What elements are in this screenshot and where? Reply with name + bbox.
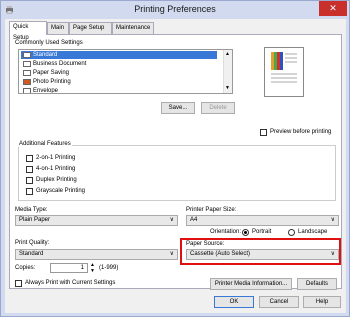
chevron-down-icon: ∨ — [169, 217, 174, 223]
list-item[interactable]: Business Document — [21, 60, 217, 68]
media-type-select[interactable]: Plain Paper ∨ — [15, 215, 178, 226]
printer-paper-size-label: Printer Paper Size: — [186, 207, 237, 213]
document-icon — [23, 52, 31, 58]
help-button[interactable]: Help — [303, 296, 341, 308]
additional-features-label: Additional Features — [18, 141, 72, 147]
print-quality-label: Print Quality: — [15, 240, 50, 246]
chevron-down-icon: ∨ — [330, 251, 335, 257]
tab-quick-setup[interactable]: Quick Setup — [9, 21, 47, 41]
tab-main[interactable]: Main — [47, 22, 69, 34]
checkbox-2on1[interactable] — [26, 155, 33, 162]
paper-size-select[interactable]: A4 ∨ — [186, 215, 339, 226]
paper-saving-icon — [23, 70, 31, 76]
list-item[interactable]: Photo Printing — [21, 78, 217, 86]
checkbox-duplex[interactable] — [26, 177, 33, 184]
scroll-up-icon[interactable]: ▲ — [225, 51, 230, 57]
chevron-down-icon: ∨ — [330, 217, 335, 223]
title-bar: Printing Preferences ✕ — [1, 1, 349, 18]
document-icon — [23, 61, 31, 67]
checkbox-grayscale[interactable] — [26, 188, 33, 195]
list-item[interactable]: Standard — [21, 51, 217, 59]
list-scrollbar[interactable]: ▲ ▼ — [223, 50, 232, 93]
tab-maintenance[interactable]: Maintenance — [112, 22, 154, 34]
list-item[interactable]: Paper Saving — [21, 69, 217, 77]
scroll-down-icon[interactable]: ▼ — [225, 85, 230, 91]
preview-checkbox-label: Preview before printing — [270, 129, 332, 135]
paper-source-select[interactable]: Cassette (Auto Select) ∨ — [186, 249, 339, 260]
copies-label: Copies: — [15, 265, 36, 271]
copies-input[interactable]: 1 — [50, 263, 88, 273]
envelope-icon — [23, 88, 31, 93]
always-print-checkbox[interactable] — [15, 280, 22, 287]
print-quality-select[interactable]: Standard ∨ — [15, 249, 178, 260]
always-print-label: Always Print with Current Settings — [25, 280, 116, 286]
copies-stepper-down[interactable]: ▼ — [90, 268, 95, 274]
common-settings-list[interactable]: Standard Business Document Paper Saving … — [18, 49, 233, 94]
media-type-label: Media Type: — [15, 207, 48, 213]
page-preview — [264, 47, 304, 97]
chevron-down-icon: ∨ — [169, 251, 174, 257]
defaults-button[interactable]: Defaults — [297, 278, 337, 290]
close-button[interactable]: ✕ — [319, 1, 347, 16]
portrait-radio[interactable] — [242, 229, 249, 236]
landscape-radio[interactable] — [288, 229, 295, 236]
preview-checkbox[interactable] — [260, 129, 267, 136]
landscape-label: Landscape — [298, 229, 328, 235]
list-item[interactable]: Envelope — [21, 87, 217, 93]
photo-icon — [23, 79, 31, 85]
save-button[interactable]: Save... — [161, 102, 195, 114]
portrait-label: Portrait — [252, 229, 272, 235]
window-title: Printing Preferences — [134, 4, 216, 14]
dialog-body: Quick Setup Main Page Setup Maintenance … — [5, 19, 346, 313]
page-preview-image — [271, 52, 297, 83]
tab-page-setup[interactable]: Page Setup — [69, 22, 112, 34]
printing-preferences-window: Printing Preferences ✕ Quick Setup Main … — [0, 0, 350, 317]
checkbox-duplex-label: Duplex Printing — [36, 177, 77, 183]
delete-button[interactable]: Delete — [201, 102, 235, 114]
copies-range: (1-999) — [99, 265, 119, 271]
printer-media-info-button[interactable]: Printer Media Information... — [210, 278, 292, 290]
checkbox-grayscale-label: Grayscale Printing — [36, 188, 86, 194]
ok-button[interactable]: OK — [214, 296, 254, 308]
cancel-button[interactable]: Cancel — [259, 296, 299, 308]
paper-source-label: Paper Source: — [186, 241, 225, 247]
checkbox-4on1-label: 4-on-1 Printing — [36, 166, 76, 172]
quick-setup-panel: Commonly Used Settings Standard Business… — [9, 34, 342, 290]
orientation-label: Orientation: — [210, 229, 242, 235]
checkbox-2on1-label: 2-on-1 Printing — [36, 155, 76, 161]
checkbox-4on1[interactable] — [26, 166, 33, 173]
